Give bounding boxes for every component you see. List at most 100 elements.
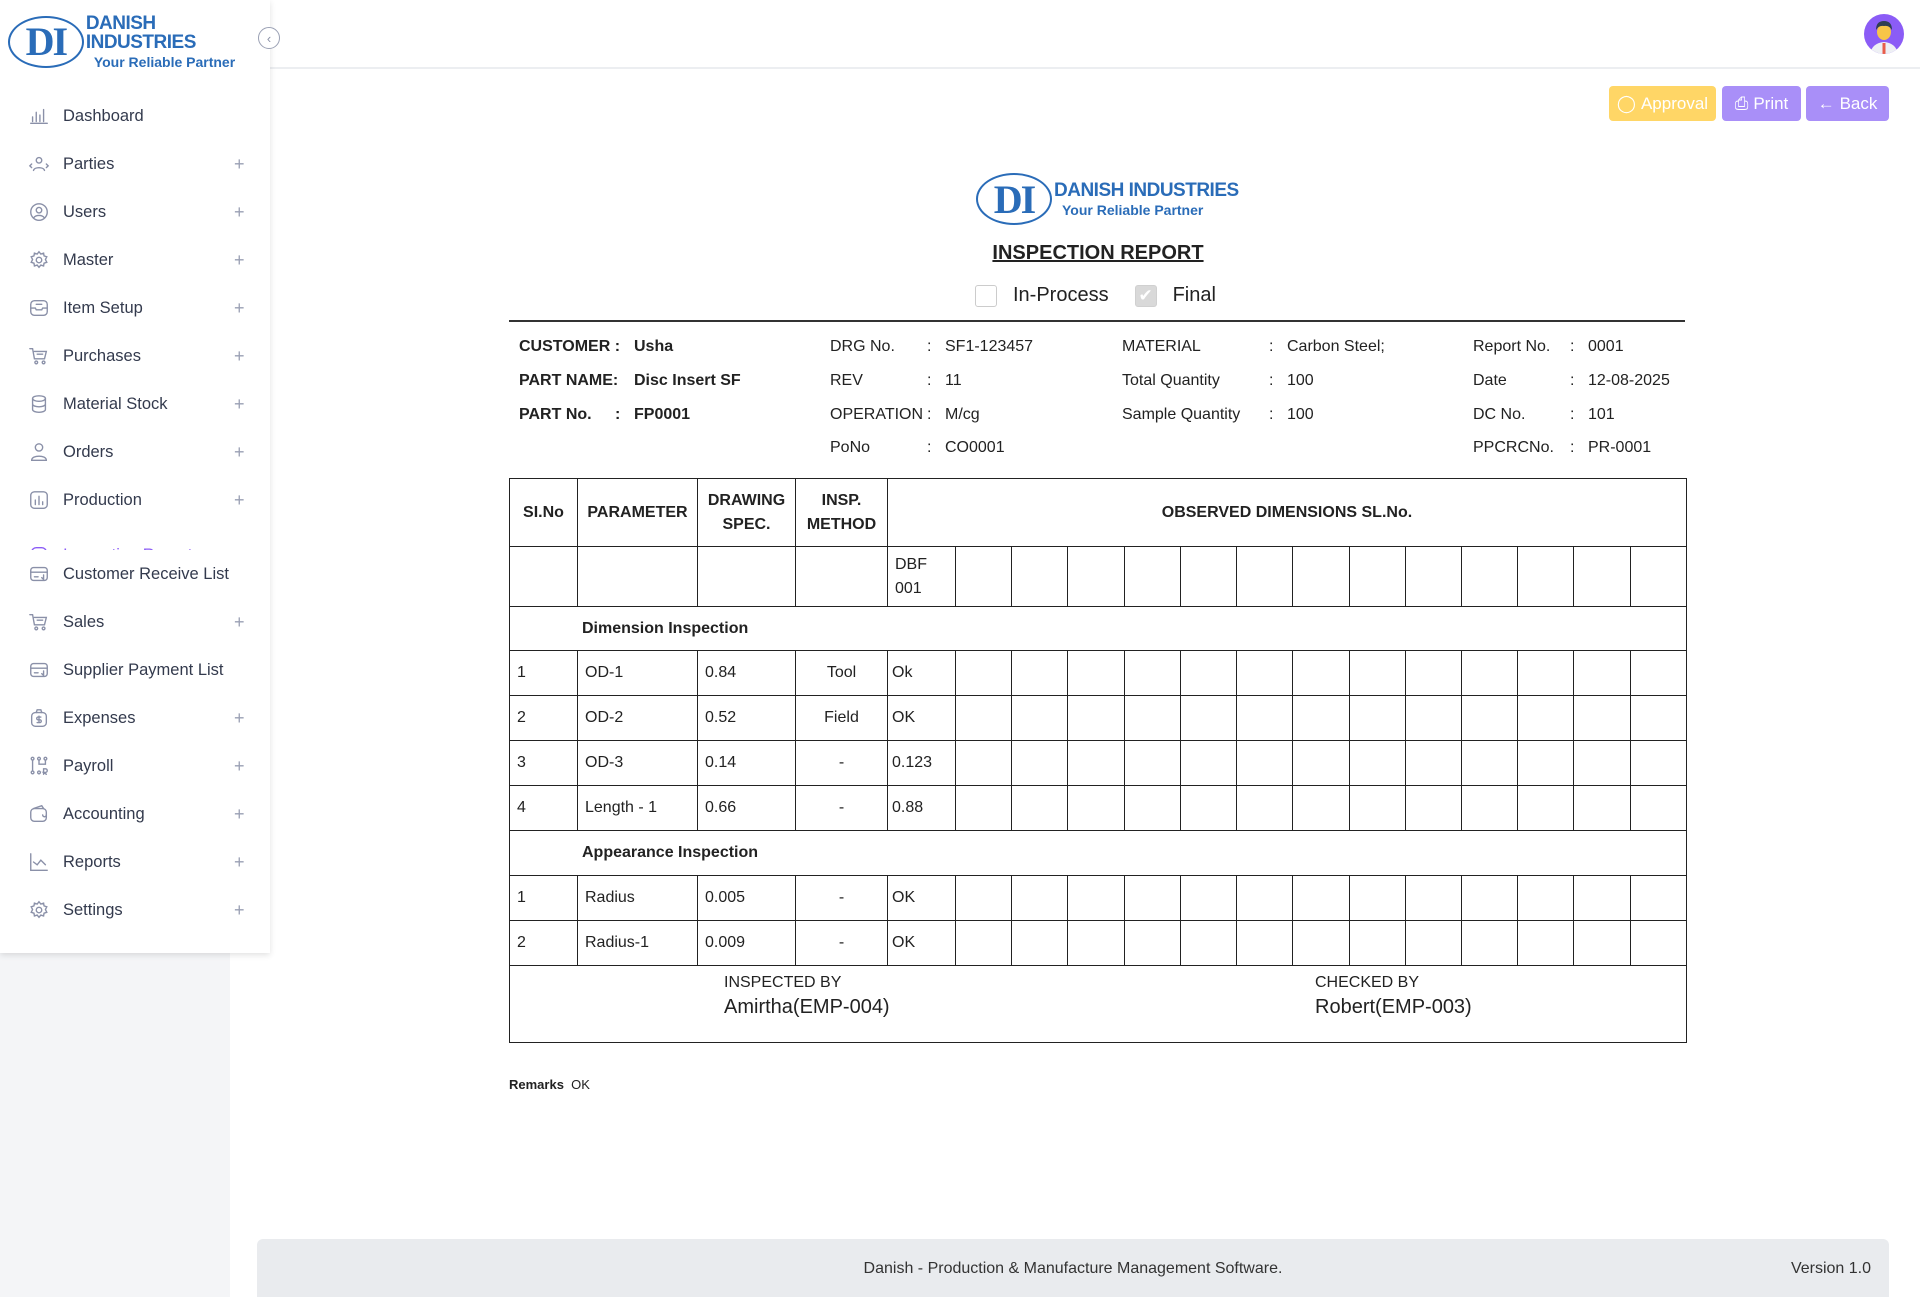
expand-plus-icon[interactable]: + [234,490,245,511]
observation-cell [1179,695,1238,741]
serial-cell: DBF 001 [887,546,956,607]
sidebar-item-label: Supplier Payment List [63,660,224,679]
chart-box-icon [30,491,48,509]
part-no-colon: : [615,406,621,423]
rev-label: REV [830,372,863,389]
sidebar-item-reports[interactable]: Reports + [0,838,270,886]
observation-cell [1573,546,1631,607]
expand-plus-icon[interactable]: + [234,756,245,777]
expand-plus-icon[interactable]: + [234,804,245,825]
approval-button[interactable]: ◯︎ Approval [1609,86,1716,121]
sidebar-item-expenses[interactable]: Expenses + [0,694,270,742]
header-parameter: PARAMETER [577,478,698,547]
sidebar-item-parties[interactable]: Parties + [0,140,270,188]
observation-cell [1123,650,1181,696]
operation-value: M/cg [945,406,980,423]
sidebar-item-supplier-payment-list[interactable]: Supplier Payment List [0,646,270,694]
observed-cell: 0.88 [887,785,956,831]
sidebar-item-orders[interactable]: Orders + [0,428,270,476]
observation-cell [1067,785,1125,831]
section-title: Appearance Inspection [509,830,1687,876]
observed-cell: Ok [887,650,956,696]
observation-cell [1348,785,1406,831]
expand-plus-icon[interactable]: + [234,250,245,271]
sidebar: DI DANISH INDUSTRIES Your Reliable Partn… [0,0,270,953]
sidebar-item-users[interactable]: Users + [0,188,270,236]
payroll-icon [30,756,48,775]
expand-plus-icon[interactable]: + [234,900,245,921]
brand-logo[interactable]: DI DANISH INDUSTRIES Your Reliable Partn… [8,14,270,69]
gear-icon [30,250,48,269]
spec-cell: 0.52 [697,695,796,741]
observation-cell [1573,875,1631,921]
observation-cell [1123,695,1181,741]
observation-cell [1179,740,1238,786]
sidebar-item-production[interactable]: Production + [0,476,270,524]
sidebar-item-item-setup[interactable]: Item Setup + [0,284,270,332]
observation-cell [1404,875,1462,921]
section-row: Dimension Inspection [509,606,1687,651]
report-logo-mark: DI [976,173,1052,225]
observation-cell [1179,875,1238,921]
method-cell: - [795,920,888,966]
observation-cell [1011,546,1069,607]
top-bar [0,0,1920,69]
signature-row [509,965,1687,1043]
parameter-cell: Radius [577,875,698,921]
observation-cell [1236,695,1294,741]
people-icon [28,156,50,172]
observation-cell [1460,650,1519,696]
inspected-by-name: Amirtha(EMP-004) [724,996,890,1018]
sidebar-item-accounting[interactable]: Accounting + [0,790,270,838]
observation-cell [1573,920,1631,966]
sidebar-item-settings[interactable]: Settings + [0,886,270,934]
observation-cell [1123,875,1181,921]
expand-plus-icon[interactable]: + [234,442,245,463]
observation-cell [1067,695,1125,741]
chevron-left-icon: ‹ [266,30,272,46]
approval-label: Approval [1640,93,1709,113]
back-button[interactable]: ← Back [1806,86,1889,121]
observation-cell [1517,740,1575,786]
slno-cell: 2 [509,695,578,741]
footer-text: Danish - Production & Manufacture Manage… [863,1260,1283,1277]
header-drawing-spec: DRAWING SPEC. [697,478,796,547]
observation-cell [1179,785,1238,831]
sidebar-item-purchases[interactable]: Purchases + [0,332,270,380]
observation-cell [954,695,1013,741]
sidebar-item-dashboard[interactable]: Dashboard [0,92,270,140]
expand-plus-icon[interactable]: + [234,298,245,319]
expand-plus-icon[interactable]: + [234,852,245,873]
sidebar-item-inspection-report[interactable]: Inspection Report [0,524,270,550]
observation-cell [1067,740,1125,786]
in-process-checkbox[interactable] [975,284,997,307]
expand-plus-icon[interactable]: + [234,394,245,415]
method-cell: - [795,740,888,786]
sidebar-item-customer-receive-list[interactable]: Customer Receive List [0,550,270,598]
observation-cell [1404,920,1462,966]
observation-cell [1236,650,1294,696]
print-button[interactable]: ⎙ Print [1722,86,1801,121]
sidebar-item-material-stock[interactable]: Material Stock + [0,380,270,428]
sidebar-item-label: Master [63,250,114,269]
observation-cell [1123,546,1181,607]
sidebar-item-sales[interactable]: Sales + [0,598,270,646]
collapse-sidebar-button[interactable]: ‹ [258,27,280,49]
observation-cell [1404,546,1462,607]
sidebar-item-payroll[interactable]: Payroll + [0,742,270,790]
expand-plus-icon[interactable]: + [234,154,245,175]
user-avatar[interactable] [1864,14,1904,54]
expand-plus-icon[interactable]: + [234,612,245,633]
report-brand-tagline: Your Reliable Partner [1062,202,1204,218]
drg-no--colon: : [927,338,932,355]
expand-plus-icon[interactable]: + [234,346,245,367]
expand-plus-icon[interactable]: + [234,708,245,729]
sidebar-item-master[interactable]: Master + [0,236,270,284]
final-checkbox[interactable]: ✔ [1134,284,1157,307]
remarks-label: Remarks [509,1077,564,1092]
observation-cell [1348,875,1406,921]
report-no--colon: : [1570,338,1575,355]
observation-cell [1348,740,1406,786]
expand-plus-icon[interactable]: + [234,202,245,223]
user-circle-icon [30,203,48,221]
